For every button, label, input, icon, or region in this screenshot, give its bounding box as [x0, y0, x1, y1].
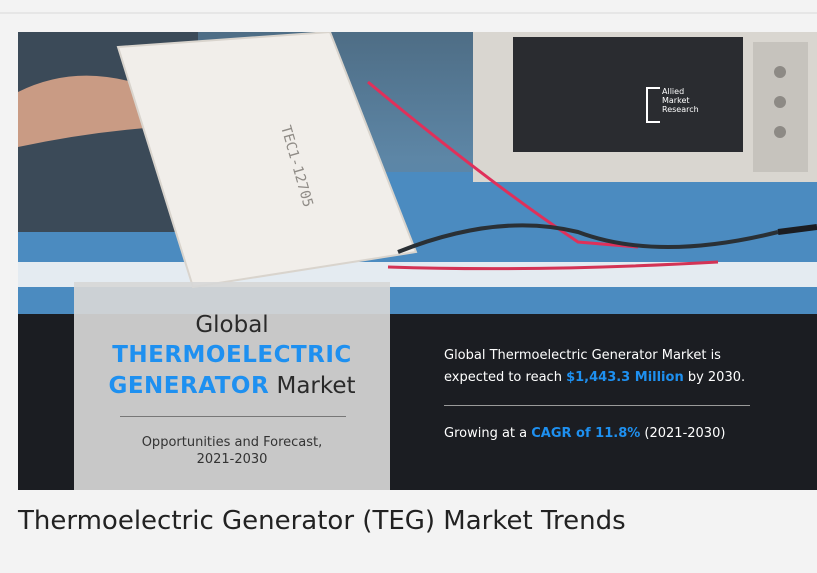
market-statement-suffix: by 2030.	[683, 370, 746, 385]
cagr-highlight: CAGR of 11.8%	[531, 426, 641, 441]
title-generator-market: GENERATOR Market	[74, 373, 390, 399]
brand-logo-mark	[646, 87, 660, 123]
market-value-highlight: $1,443.3 Million	[566, 370, 684, 385]
statement-divider	[444, 405, 750, 406]
brand-line-1: Allied	[662, 87, 685, 96]
title-divider	[120, 416, 346, 417]
title-panel: Global THERMOELECTRIC GENERATOR Market O…	[74, 282, 390, 490]
teg-module-photo: TEC1-12705 Allied Market Research	[18, 32, 817, 314]
title-thermoelectric: THERMOELECTRIC	[112, 342, 352, 368]
title-generator: GENERATOR	[108, 373, 270, 399]
cagr-prefix: Growing at a	[444, 426, 532, 441]
forecast-line-1: Opportunities and Forecast,	[141, 435, 323, 450]
forecast-subtitle: Opportunities and Forecast, 2021-2030	[74, 434, 390, 468]
title-global: Global	[195, 312, 269, 338]
market-banner-image[interactable]: TEC1-12705 Allied Market Research Global…	[18, 32, 817, 490]
cagr-suffix: (2021-2030)	[640, 426, 726, 441]
brand-line-3: Research	[662, 105, 699, 114]
market-statement-line-1: Global Thermoelectric Generator Market i…	[444, 348, 721, 363]
brand-logo: Allied Market Research	[646, 87, 726, 127]
brand-line-2: Market	[662, 96, 690, 105]
forecast-line-2: 2021-2030	[196, 452, 268, 467]
article-caption[interactable]: Thermoelectric Generator (TEG) Market Tr…	[18, 506, 626, 536]
title-market: Market	[276, 373, 356, 399]
market-statement-line-2: expected to reach $1,443.3 Million by 20…	[444, 370, 745, 385]
cagr-statement: Growing at a CAGR of 11.8% (2021-2030)	[444, 426, 725, 441]
market-statement-prefix: expected to reach	[444, 370, 567, 385]
article-card: TEC1-12705 Allied Market Research Global…	[0, 0, 817, 573]
top-divider	[0, 12, 817, 14]
